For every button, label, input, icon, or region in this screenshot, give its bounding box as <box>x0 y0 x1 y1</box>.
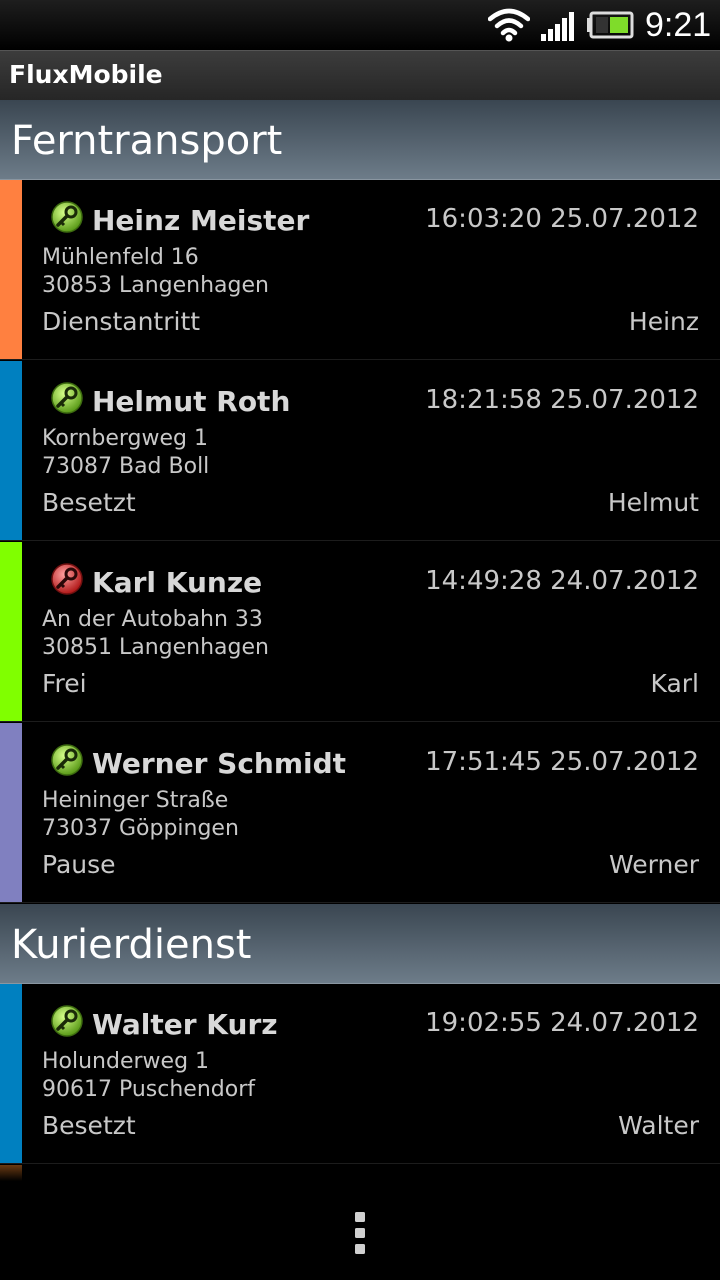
entry-user: Karl <box>650 669 700 698</box>
app-title-bar: FluxMobile <box>0 50 720 100</box>
entry-status: Besetzt <box>42 1111 136 1140</box>
entry-status: Besetzt <box>42 488 136 517</box>
entry-street: An der Autobahn 33 <box>42 607 263 632</box>
entry-city: 73087 Bad Boll <box>42 454 210 479</box>
entry-user: Werner <box>609 850 699 879</box>
section-header-kurierdienst: Kurierdienst <box>0 904 720 984</box>
entry-user: Heinz <box>628 307 699 336</box>
status-color-strip <box>0 542 22 721</box>
section-title: Kurierdienst <box>11 922 252 968</box>
entry-name: Werner Schmidt <box>92 747 347 780</box>
list-item[interactable]: Heinz Meister 16:03:20 25.07.2012 Mühlen… <box>0 180 720 360</box>
entry-city: 30851 Langenhagen <box>42 635 269 660</box>
key-icon <box>51 1005 83 1037</box>
entry-city: 73037 Göppingen <box>42 816 239 841</box>
entry-status: Frei <box>42 669 87 698</box>
bottom-bar <box>0 1182 720 1280</box>
entry-street: Holunderweg 1 <box>42 1049 210 1074</box>
app-title: FluxMobile <box>9 60 163 89</box>
list-item[interactable]: Walter Kurz 19:02:55 24.07.2012 Holunder… <box>0 984 720 1164</box>
status-color-strip <box>0 361 22 540</box>
status-color-strip <box>0 984 22 1163</box>
signal-icon <box>541 12 574 41</box>
section-title: Ferntransport <box>11 118 283 164</box>
entry-name: Karl Kunze <box>92 566 263 599</box>
partial-list-item-strip <box>0 1165 22 1181</box>
entry-status: Pause <box>42 850 116 879</box>
status-time: 9:21 <box>645 6 712 44</box>
entry-timestamp: 18:21:58 25.07.2012 <box>425 385 699 415</box>
screen: 9:21 FluxMobile Ferntransport Heinz Meis… <box>0 0 720 1280</box>
list-item[interactable]: Werner Schmidt 17:51:45 25.07.2012 Heini… <box>0 723 720 903</box>
entry-street: Kornbergweg 1 <box>42 426 208 451</box>
status-color-strip <box>0 723 22 902</box>
entry-timestamp: 14:49:28 24.07.2012 <box>425 566 699 596</box>
entry-status: Dienstantritt <box>42 307 201 336</box>
list-item[interactable]: Karl Kunze 14:49:28 24.07.2012 An der Au… <box>0 542 720 722</box>
section-header-ferntransport: Ferntransport <box>0 100 720 180</box>
key-icon <box>51 744 83 776</box>
entry-user: Helmut <box>607 488 699 517</box>
entry-street: Mühlenfeld 16 <box>42 245 199 270</box>
key-icon <box>51 382 83 414</box>
menu-overflow-icon[interactable] <box>352 1210 368 1256</box>
key-icon <box>51 563 83 595</box>
status-bar: 9:21 <box>0 0 720 50</box>
entry-timestamp: 17:51:45 25.07.2012 <box>425 747 699 777</box>
entry-timestamp: 19:02:55 24.07.2012 <box>425 1008 699 1038</box>
entry-name: Helmut Roth <box>92 385 291 418</box>
entry-timestamp: 16:03:20 25.07.2012 <box>425 204 699 234</box>
entry-name: Heinz Meister <box>92 204 310 237</box>
key-icon <box>51 201 83 233</box>
battery-icon <box>587 11 634 39</box>
entry-user: Walter <box>618 1111 699 1140</box>
entry-city: 30853 Langenhagen <box>42 273 269 298</box>
entry-street: Heininger Straße <box>42 788 229 813</box>
list-item[interactable]: Helmut Roth 18:21:58 25.07.2012 Kornberg… <box>0 361 720 541</box>
wifi-icon <box>488 8 530 42</box>
entry-name: Walter Kurz <box>92 1008 278 1041</box>
entry-city: 90617 Puschendorf <box>42 1077 255 1102</box>
status-color-strip <box>0 180 22 359</box>
